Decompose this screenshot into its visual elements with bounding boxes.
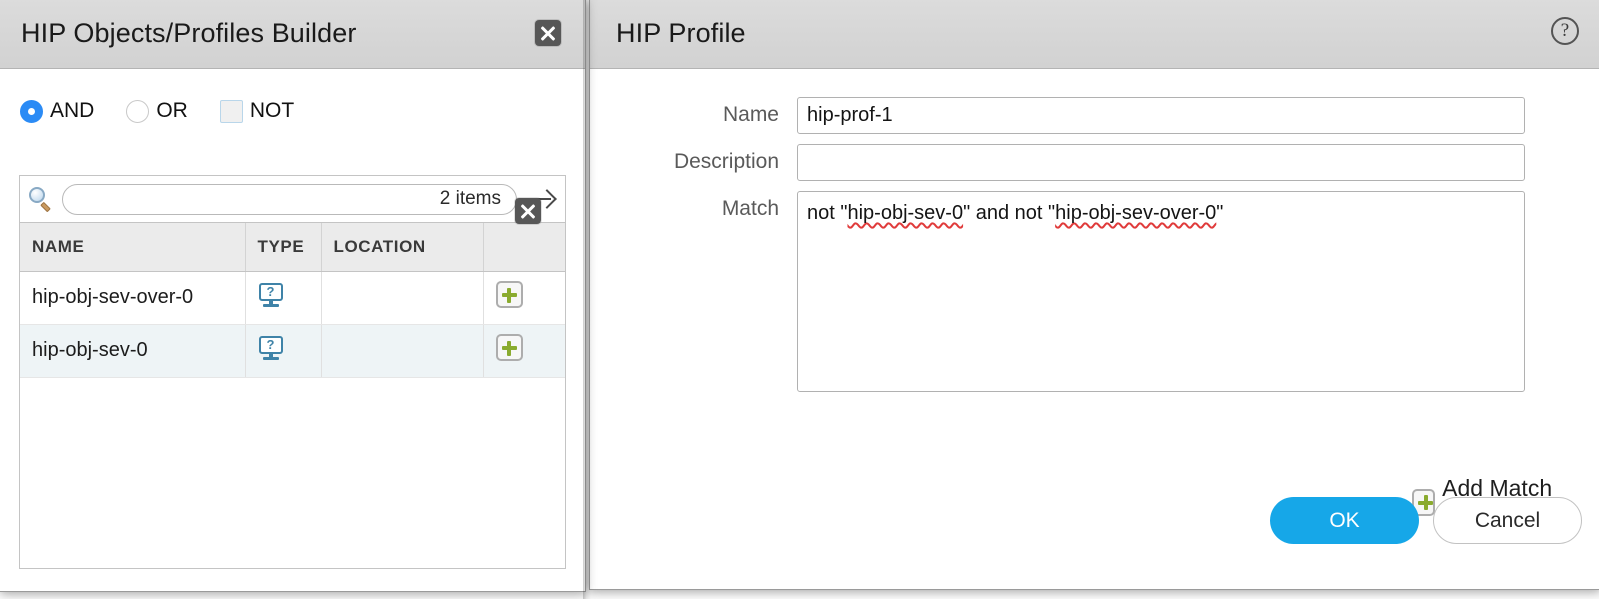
cell-action (483, 324, 565, 377)
help-icon[interactable]: ? (1551, 17, 1579, 45)
description-label: Description (590, 144, 797, 180)
radio-and-icon[interactable] (20, 100, 43, 123)
name-field-row: Name (590, 97, 1525, 134)
name-input[interactable] (797, 97, 1525, 134)
cell-name: hip-obj-sev-over-0 (20, 271, 245, 324)
builder-body: AND OR NOT (0, 69, 585, 591)
builder-titlebar: HIP Objects/Profiles Builder (0, 0, 585, 69)
operator-not[interactable]: NOT (220, 99, 294, 123)
hip-profile-dialog: HIP Profile ? Name Description Match not… (589, 0, 1599, 590)
cell-name: hip-obj-sev-0 (20, 324, 245, 377)
description-input[interactable] (797, 144, 1525, 181)
radio-or-icon[interactable] (126, 100, 149, 123)
cell-type: ? (245, 271, 321, 324)
match-expression-textarea[interactable]: not "hip-obj-sev-0" and not "hip-obj-sev… (797, 191, 1525, 392)
cell-location (321, 271, 483, 324)
match-label: Match (590, 191, 797, 227)
clear-search-icon[interactable] (515, 198, 541, 224)
operator-and[interactable]: AND (20, 99, 94, 123)
cell-action (483, 271, 565, 324)
cell-location (321, 324, 483, 377)
close-icon[interactable] (535, 20, 561, 46)
ok-button[interactable]: OK (1270, 497, 1419, 544)
column-header-name[interactable]: NAME (20, 223, 245, 271)
hip-profile-titlebar: HIP Profile ? (590, 0, 1599, 69)
search-icon (28, 186, 54, 212)
column-header-actions (483, 223, 565, 271)
hip-objects-profiles-builder-dialog: HIP Objects/Profiles Builder AND OR NOT (0, 0, 586, 592)
table-row[interactable]: hip-obj-sev-over-0 ? (20, 271, 565, 324)
name-label: Name (590, 97, 797, 133)
operator-selector: AND OR NOT (20, 99, 294, 123)
add-icon[interactable] (496, 281, 523, 308)
hip-profile-title: HIP Profile (616, 18, 746, 49)
description-field-row: Description (590, 144, 1525, 181)
hip-profile-body: Name Description Match not "hip-obj-sev-… (590, 69, 1599, 589)
objects-panel: NAME TYPE LOCATION hip-obj-sev-over-0 ? (19, 175, 566, 569)
match-field-row: Match not "hip-obj-sev-0" and not "hip-o… (590, 191, 1525, 392)
add-icon[interactable] (496, 334, 523, 361)
operator-or[interactable]: OR (126, 99, 188, 123)
checkbox-not-icon[interactable] (220, 100, 243, 123)
hip-object-icon: ? (258, 282, 284, 308)
operator-not-label: NOT (250, 99, 294, 123)
cell-type: ? (245, 324, 321, 377)
builder-title: HIP Objects/Profiles Builder (21, 18, 356, 49)
dialog-button-row: OK Cancel (1270, 497, 1582, 544)
screen-root: HIP Profile ? Name Description Match not… (0, 0, 1599, 599)
hip-objects-table: NAME TYPE LOCATION hip-obj-sev-over-0 ? (20, 223, 565, 378)
column-header-location[interactable]: LOCATION (321, 223, 483, 271)
search-input[interactable] (62, 184, 517, 215)
search-bar (20, 176, 565, 223)
table-header-row: NAME TYPE LOCATION (20, 223, 565, 271)
hip-object-icon: ? (258, 335, 284, 361)
operator-or-label: OR (156, 99, 188, 123)
operator-and-label: AND (50, 99, 94, 123)
table-row[interactable]: hip-obj-sev-0 ? (20, 324, 565, 377)
column-header-type[interactable]: TYPE (245, 223, 321, 271)
cancel-button[interactable]: Cancel (1433, 497, 1582, 544)
